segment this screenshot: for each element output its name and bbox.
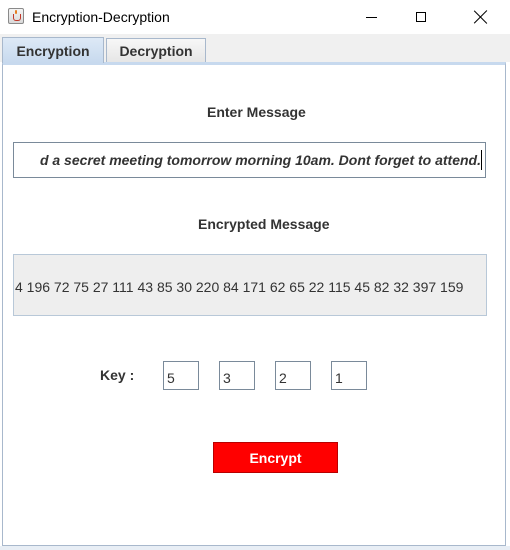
app-window: Encryption-Decryption Encryption Decrypt…: [0, 0, 510, 550]
close-icon: [474, 10, 488, 24]
encrypted-message-label: Encrypted Message: [198, 216, 330, 232]
java-cup-icon: [8, 8, 24, 24]
key-field-3[interactable]: 2: [275, 361, 311, 390]
enter-message-label: Enter Message: [207, 104, 306, 120]
key-field-2[interactable]: 3: [219, 361, 255, 390]
title-bar: Encryption-Decryption: [0, 0, 510, 34]
text-caret: [481, 150, 482, 170]
minimize-button[interactable]: [348, 0, 394, 34]
key-field-4[interactable]: 1: [331, 361, 367, 390]
close-button[interactable]: [458, 0, 504, 34]
window-title: Encryption-Decryption: [32, 9, 170, 25]
encrypted-message-output: 4 196 72 75 27 111 43 85 30 220 84 171 6…: [13, 254, 487, 316]
window-bottom-edge: [0, 546, 510, 550]
key-field-1[interactable]: 5: [163, 361, 199, 390]
maximize-button[interactable]: [398, 0, 444, 34]
minimize-icon: [365, 16, 377, 18]
message-input[interactable]: d a secret meeting tomorrow morning 10am…: [13, 142, 486, 178]
key-label: Key :: [100, 367, 135, 383]
encrypted-message-value: 4 196 72 75 27 111 43 85 30 220 84 171 6…: [15, 279, 464, 295]
tab-decryption[interactable]: Decryption: [106, 38, 206, 62]
encrypt-button[interactable]: Encrypt: [213, 442, 338, 473]
tab-strip: Encryption Decryption: [0, 34, 510, 63]
tab-encryption[interactable]: Encryption: [2, 37, 104, 63]
message-input-value: d a secret meeting tomorrow morning 10am…: [39, 152, 481, 168]
maximize-icon: [416, 12, 426, 22]
